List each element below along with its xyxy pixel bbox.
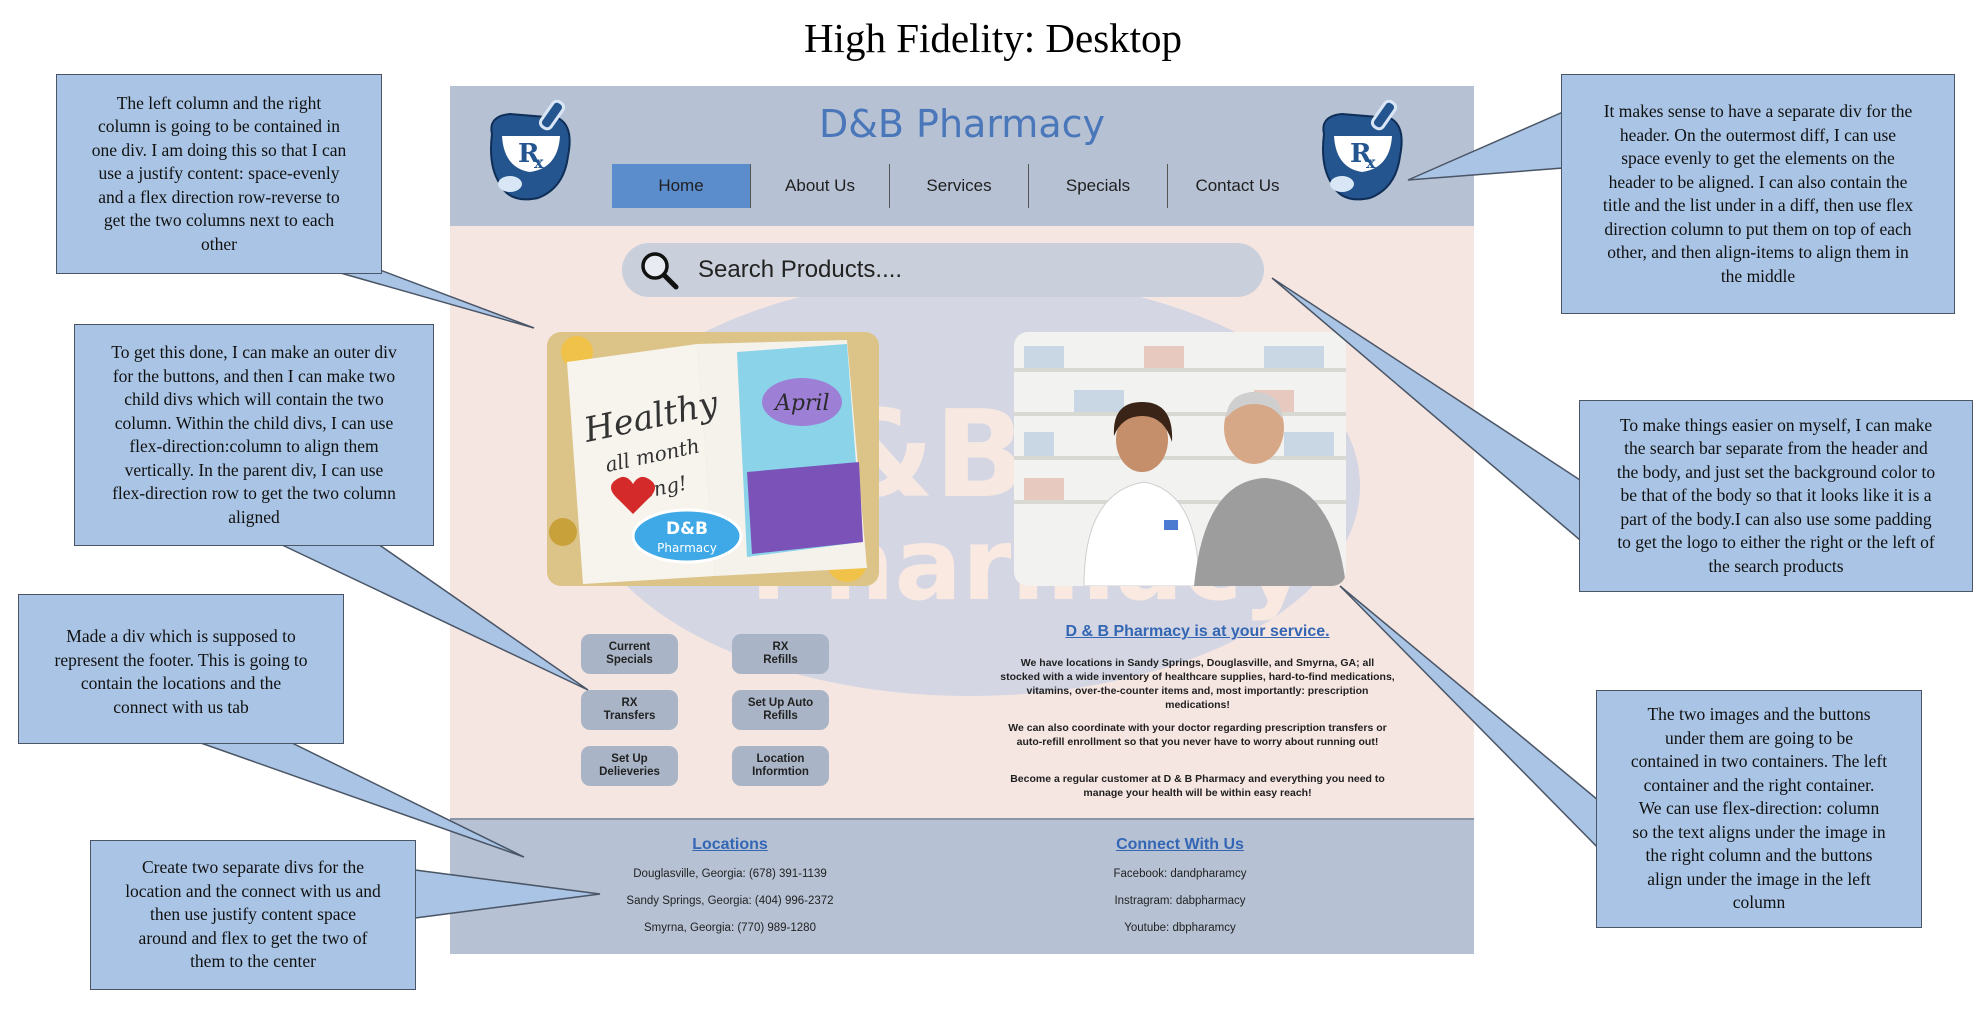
- callout-footer-columns: Create two separate divs for the location…: [90, 840, 416, 990]
- tail-left1: [329, 269, 535, 329]
- tail-right3: [1339, 585, 1611, 862]
- callout-header-div: It makes sense to have a separate div fo…: [1561, 74, 1955, 314]
- tail-left4: [414, 869, 601, 919]
- callout-footer-div: Made a div which is supposed to represent…: [18, 594, 344, 744]
- callout-text: Made a div which is supposed to represent…: [54, 626, 308, 717]
- callout-search-bar: To make things easier on myself, I can m…: [1579, 400, 1973, 592]
- callout-text: To make things easier on myself, I can m…: [1616, 414, 1936, 576]
- callout-buttons-divs: To get this done, I can make an outer di…: [74, 324, 434, 546]
- callout-two-containers: The two images and the buttons under them…: [1596, 690, 1922, 928]
- callout-text: It makes sense to have a separate div fo…: [1602, 101, 1914, 286]
- callout-text: To get this done, I can make an outer di…: [111, 342, 397, 527]
- tail-right1: [1407, 110, 1564, 181]
- callout-left-columns: The left column and the right column is g…: [56, 74, 382, 274]
- tail-right2: [1271, 277, 1581, 542]
- callout-text: The left column and the right column is g…: [91, 92, 347, 254]
- callout-text: Create two separate divs for the location…: [125, 857, 381, 972]
- callout-text: The two images and the buttons under them…: [1630, 704, 1888, 913]
